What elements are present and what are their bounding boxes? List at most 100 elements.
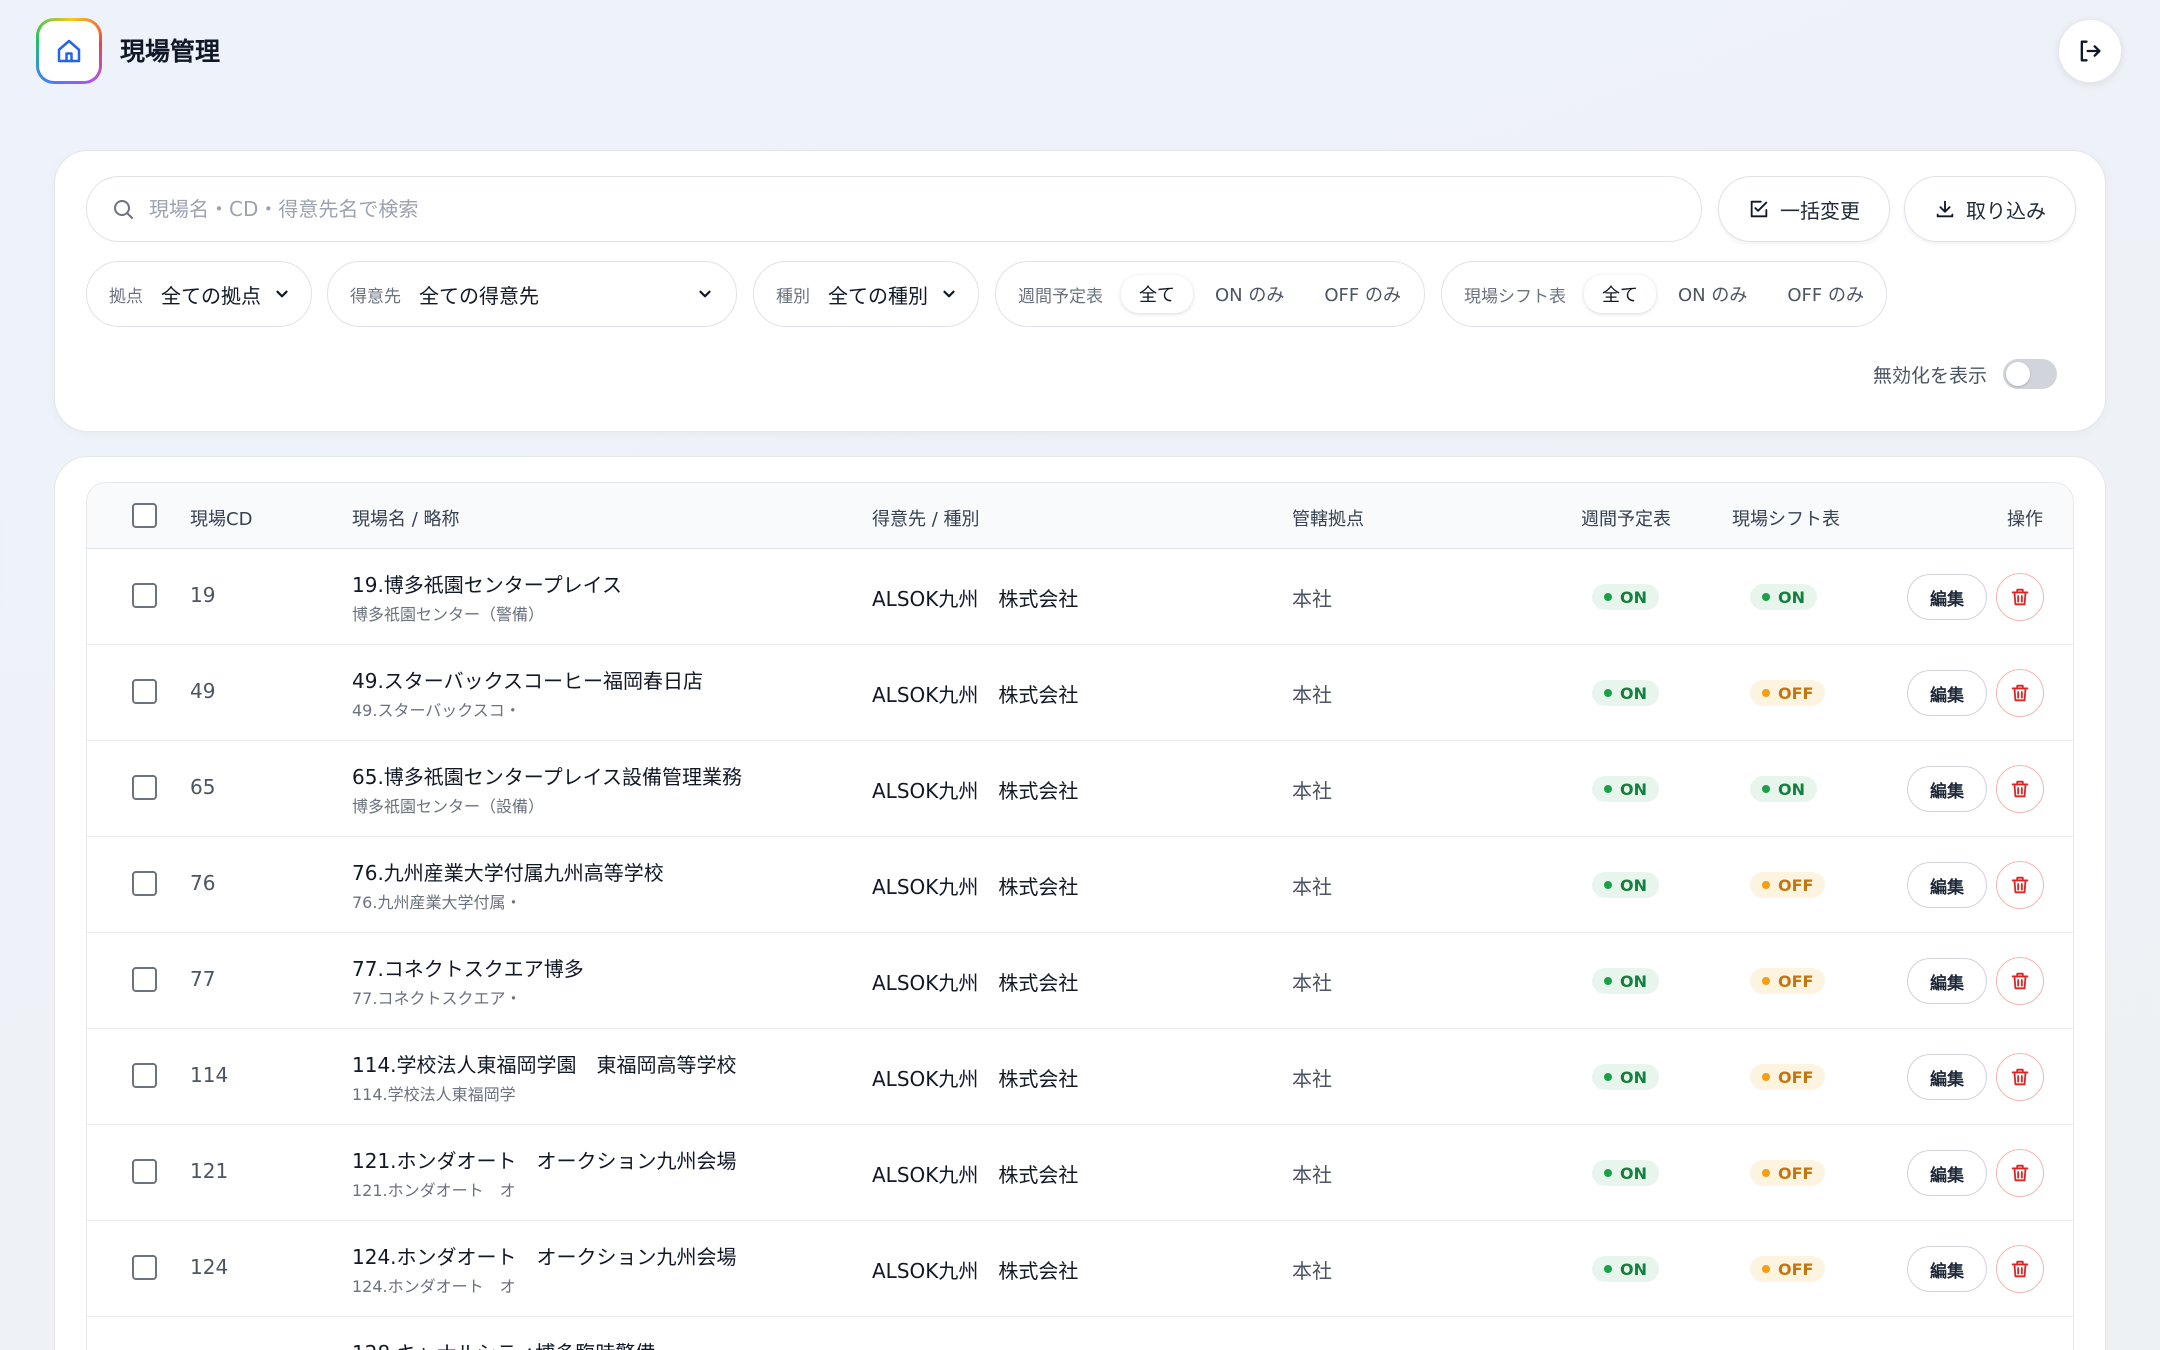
weekly-status-text: ON (1620, 875, 1647, 895)
weekly-status-badge: ON (1592, 1256, 1659, 1282)
status-dot (1762, 1073, 1770, 1081)
weekly-status-badge: ON (1592, 1064, 1659, 1090)
row-checkbox[interactable] (132, 583, 157, 608)
status-dot (1762, 785, 1770, 793)
delete-button[interactable] (1996, 861, 2044, 909)
show-disabled-label: 無効化を表示 (1872, 364, 1987, 387)
show-disabled-toggle[interactable] (2003, 359, 2057, 389)
bulk-edit-label: 一括変更 (1780, 198, 1860, 223)
row-office: 本社 (1292, 779, 1332, 803)
home-icon (39, 21, 99, 81)
delete-button[interactable] (1996, 957, 2044, 1005)
shift-option-on[interactable]: ON のみ (1660, 275, 1765, 313)
row-cd: 121 (190, 1159, 229, 1183)
select-all-checkbox[interactable] (132, 503, 157, 528)
row-checkbox[interactable] (132, 1063, 157, 1088)
status-dot (1762, 689, 1770, 697)
status-dot (1762, 593, 1770, 601)
shift-option-off[interactable]: OFF のみ (1769, 275, 1882, 313)
edit-button[interactable]: 編集 (1907, 1150, 1987, 1196)
status-dot (1762, 1265, 1770, 1273)
row-cd: 76 (190, 871, 216, 895)
row-checkbox[interactable] (132, 679, 157, 704)
edit-button[interactable]: 編集 (1907, 1054, 1987, 1100)
app-header: 現場管理 (0, 0, 2160, 100)
table-row[interactable]: 128.キャナルシティ博多臨時警備 (87, 1317, 2073, 1350)
row-cd: 77 (190, 967, 216, 991)
app-logo[interactable] (36, 18, 102, 84)
row-site-name: 65.博多祇園センタープレイス設備管理業務 (352, 765, 743, 789)
import-button[interactable]: 取り込み (1904, 176, 2076, 242)
base-filter-value: 全ての拠点 (161, 283, 261, 308)
table-row[interactable]: 121 121.ホンダオート オークション九州会場 121.ホンダオート オ ALSO… (87, 1125, 2073, 1221)
status-dot (1604, 881, 1612, 889)
trash-icon (2009, 1162, 2031, 1184)
header-shift: 現場シフト表 (1732, 509, 1840, 530)
shift-status-text: ON (1778, 587, 1805, 607)
client-filter-value: 全ての得意先 (419, 283, 539, 308)
row-cd: 124 (190, 1255, 229, 1279)
row-client: ALSOK九州 株式会社 (872, 1067, 1079, 1091)
weekly-status-text: ON (1620, 1067, 1647, 1087)
weekly-option-on[interactable]: ON のみ (1197, 275, 1302, 313)
table-row[interactable]: 19 19.博多祇園センタープレイス 博多祇園センター（警備） ALSOK九州 株式会… (87, 549, 2073, 645)
weekly-filter-label: 週間予定表 (1018, 286, 1103, 307)
row-checkbox[interactable] (132, 1159, 157, 1184)
row-checkbox[interactable] (132, 967, 157, 992)
row-client: ALSOK九州 株式会社 (872, 779, 1079, 803)
logout-button[interactable] (2058, 19, 2122, 83)
row-checkbox[interactable] (132, 1255, 157, 1280)
table-row[interactable]: 77 77.コネクトスクエア博多 77.コネクトスクエア・ ALSOK九州 株式会社 本… (87, 933, 2073, 1029)
row-cd: 114 (190, 1063, 229, 1087)
search-box[interactable] (86, 176, 1702, 242)
delete-button[interactable] (1996, 669, 2044, 717)
delete-button[interactable] (1996, 573, 2044, 621)
shift-option-all[interactable]: 全て (1584, 275, 1656, 313)
shift-status-text: ON (1778, 779, 1805, 799)
sites-table: 現場CD 現場名 / 略称 得意先 / 種別 管轄拠点 週間予定表 現場シフト表… (86, 482, 2074, 1350)
shift-status-badge: OFF (1750, 1256, 1826, 1282)
shift-status-badge: OFF (1750, 968, 1826, 994)
delete-button[interactable] (1996, 765, 2044, 813)
table-row[interactable]: 65 65.博多祇園センタープレイス設備管理業務 博多祇園センター（設備） ALSOK… (87, 741, 2073, 837)
row-office: 本社 (1292, 1259, 1332, 1283)
shift-status-badge: ON (1750, 776, 1817, 802)
table-row[interactable]: 114 114.学校法人東福岡学園 東福岡高等学校 114.学校法人東福岡学 ALSO… (87, 1029, 2073, 1125)
status-dot (1604, 1265, 1612, 1273)
row-site-short: 76.九州産業大学付属・ (352, 893, 522, 912)
table-row[interactable]: 76 76.九州産業大学付属九州高等学校 76.九州産業大学付属・ ALSOK九州 株… (87, 837, 2073, 933)
shift-status-text: OFF (1778, 971, 1814, 991)
edit-button[interactable]: 編集 (1907, 574, 1987, 620)
delete-button[interactable] (1996, 1149, 2044, 1197)
delete-button[interactable] (1996, 1245, 2044, 1293)
edit-button[interactable]: 編集 (1907, 670, 1987, 716)
weekly-segmented-control: 全て ON のみ OFF のみ (1121, 275, 1419, 313)
row-client: ALSOK九州 株式会社 (872, 1259, 1079, 1283)
weekly-option-all[interactable]: 全て (1121, 275, 1193, 313)
row-checkbox[interactable] (132, 775, 157, 800)
table-row[interactable]: 124 124.ホンダオート オークション九州会場 124.ホンダオート オ ALSO… (87, 1221, 2073, 1317)
trash-icon (2009, 586, 2031, 608)
row-site-short: 49.スターバックスコ・ (352, 701, 521, 720)
import-label: 取り込み (1966, 198, 2046, 223)
trash-icon (2009, 1066, 2031, 1088)
edit-button[interactable]: 編集 (1907, 766, 1987, 812)
type-filter[interactable]: 種別 全ての種別 (753, 261, 979, 327)
edit-button[interactable]: 編集 (1907, 958, 1987, 1004)
shift-status-badge: OFF (1750, 872, 1826, 898)
status-dot (1604, 977, 1612, 985)
bulk-edit-button[interactable]: 一括変更 (1718, 176, 1890, 242)
base-filter[interactable]: 拠点 全ての拠点 (86, 261, 312, 327)
trash-icon (2009, 1258, 2031, 1280)
edit-button[interactable]: 編集 (1907, 1246, 1987, 1292)
delete-button[interactable] (1996, 1053, 2044, 1101)
weekly-option-off[interactable]: OFF のみ (1306, 275, 1419, 313)
search-input[interactable] (149, 197, 1649, 221)
row-client: ALSOK九州 株式会社 (872, 971, 1079, 995)
client-filter[interactable]: 得意先 全ての得意先 (327, 261, 737, 327)
table-row[interactable]: 49 49.スターバックスコーヒー福岡春日店 49.スターバックスコ・ ALSOK九州… (87, 645, 2073, 741)
row-checkbox[interactable] (132, 871, 157, 896)
shift-filter: 現場シフト表 全て ON のみ OFF のみ (1441, 261, 1887, 327)
weekly-status-badge: ON (1592, 872, 1659, 898)
edit-button[interactable]: 編集 (1907, 862, 1987, 908)
